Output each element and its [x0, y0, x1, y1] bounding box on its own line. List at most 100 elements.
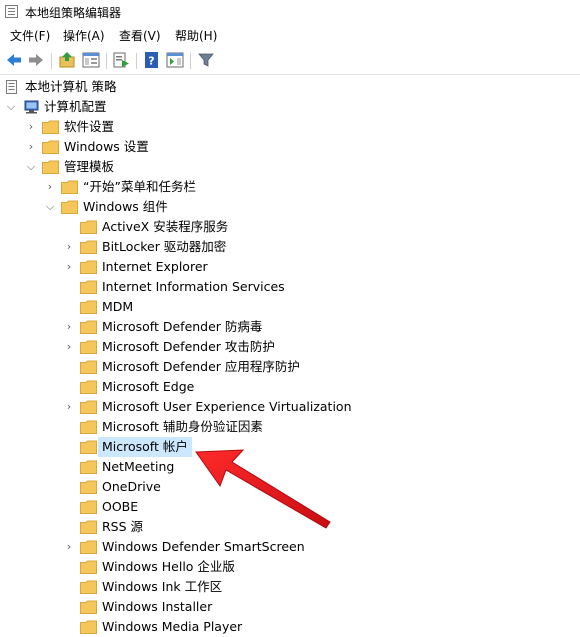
- chevron-down-icon[interactable]: ⌵: [44, 197, 56, 217]
- tree-node-label: Windows Ink 工作区: [102, 579, 223, 594]
- tree-node-windows-hello[interactable]: Windows Hello 企业版: [0, 557, 580, 577]
- tree-node-start-menu[interactable]: › “开始”菜单和任务栏: [0, 177, 580, 197]
- tree-node-defender-exploit-guard[interactable]: › Microsoft Defender 攻击防护: [0, 337, 580, 357]
- tree-node-onedrive[interactable]: OneDrive: [0, 477, 580, 497]
- policy-document-icon: [6, 80, 17, 94]
- tree-node-internet-explorer[interactable]: › Internet Explorer: [0, 257, 580, 277]
- tree-node-windows-media-player[interactable]: Windows Media Player: [0, 617, 580, 637]
- up-one-level-icon[interactable]: [58, 51, 76, 69]
- chevron-right-icon[interactable]: ›: [63, 537, 75, 557]
- help-icon[interactable]: ?: [143, 51, 161, 69]
- folder-icon: [80, 480, 97, 494]
- filter-icon[interactable]: [197, 51, 215, 69]
- tree-node-label: 管理模板: [64, 159, 115, 174]
- folder-icon: [80, 420, 97, 434]
- chevron-right-icon[interactable]: ›: [25, 137, 37, 157]
- back-icon[interactable]: [5, 51, 23, 69]
- tree-node-microsoft-account[interactable]: Microsoft 帐户: [0, 437, 580, 457]
- folder-icon: [80, 220, 97, 234]
- tree-node-windows-installer[interactable]: Windows Installer: [0, 597, 580, 617]
- folder-icon: [80, 560, 97, 574]
- folder-icon: [42, 160, 59, 174]
- tree-node-label: OneDrive: [102, 479, 161, 494]
- menu-action[interactable]: 操作(A): [63, 27, 105, 44]
- folder-icon: [80, 520, 97, 534]
- folder-icon: [80, 440, 97, 454]
- tree-node-netmeeting[interactable]: NetMeeting: [0, 457, 580, 477]
- menu-file[interactable]: 文件(F): [10, 27, 50, 44]
- chevron-right-icon[interactable]: ›: [63, 337, 75, 357]
- toolbar-separator: [51, 53, 52, 69]
- computer-icon: [24, 100, 39, 114]
- tree-node-label: Windows 设置: [64, 139, 149, 154]
- tree-node-defender-app-guard[interactable]: Microsoft Defender 应用程序防护: [0, 357, 580, 377]
- tree-node-defender-antivirus[interactable]: › Microsoft Defender 防病毒: [0, 317, 580, 337]
- tree-node-label: OOBE: [102, 499, 139, 514]
- svg-text:?: ?: [148, 55, 154, 68]
- tree-node-secondary-auth[interactable]: Microsoft 辅助身份验证因素: [0, 417, 580, 437]
- tree-node-iis[interactable]: Internet Information Services: [0, 277, 580, 297]
- folder-icon: [80, 380, 97, 394]
- folder-icon: [80, 540, 97, 554]
- chevron-right-icon[interactable]: ›: [63, 237, 75, 257]
- tree-node-label: Microsoft Defender 防病毒: [102, 319, 263, 334]
- folder-icon: [80, 400, 97, 414]
- show-hide-action-pane-icon[interactable]: [166, 51, 184, 69]
- tree-node-root[interactable]: 本地计算机 策略: [0, 77, 580, 97]
- toolbar: ?: [0, 46, 580, 75]
- tree-node-admin-templates[interactable]: ⌵ 管理模板: [0, 157, 580, 177]
- window-title: 本地组策略编辑器: [25, 6, 122, 20]
- tree-node-bitlocker[interactable]: › BitLocker 驱动器加密: [0, 237, 580, 257]
- folder-icon: [42, 120, 59, 134]
- tree-node-software-settings[interactable]: › 软件设置: [0, 117, 580, 137]
- folder-icon: [80, 300, 97, 314]
- tree-node-edge[interactable]: Microsoft Edge: [0, 377, 580, 397]
- folder-icon: [80, 260, 97, 274]
- tree-node-label: ActiveX 安装程序服务: [102, 219, 229, 234]
- tree-node-label: Windows 组件: [83, 199, 168, 214]
- tree-node-label: Microsoft Edge: [102, 379, 195, 394]
- title-bar: 本地组策略编辑器: [0, 0, 580, 24]
- tree-node-label: 本地计算机 策略: [25, 79, 117, 94]
- tree-node-computer-config[interactable]: ⌵ 计算机配置: [0, 97, 580, 117]
- chevron-right-icon[interactable]: ›: [63, 397, 75, 417]
- tree-node-label: BitLocker 驱动器加密: [102, 239, 227, 254]
- tree-node-rss[interactable]: RSS 源: [0, 517, 580, 537]
- chevron-down-icon[interactable]: ⌵: [5, 97, 17, 117]
- tree-node-mdm[interactable]: MDM: [0, 297, 580, 317]
- tree-node-label: Windows Installer: [102, 599, 213, 614]
- policy-editor-app-icon: [5, 5, 18, 18]
- chevron-right-icon[interactable]: ›: [63, 257, 75, 277]
- menu-view[interactable]: 查看(V): [119, 27, 161, 44]
- toolbar-separator: [106, 53, 107, 69]
- tree-node-windows-ink[interactable]: Windows Ink 工作区: [0, 577, 580, 597]
- forward-icon[interactable]: [27, 51, 45, 69]
- tree-node-smartscreen[interactable]: › Windows Defender SmartScreen: [0, 537, 580, 557]
- chevron-right-icon[interactable]: ›: [44, 177, 56, 197]
- export-list-icon[interactable]: [112, 51, 130, 69]
- tree-node-label: Microsoft 帐户: [98, 437, 192, 457]
- toolbar-separator: [190, 53, 191, 69]
- tree-node-label: Microsoft Defender 应用程序防护: [102, 359, 300, 374]
- tree-node-label: 计算机配置: [44, 99, 107, 114]
- show-hide-console-tree-icon[interactable]: [82, 51, 100, 69]
- menu-help[interactable]: 帮助(H): [175, 27, 217, 44]
- tree-node-oobe[interactable]: OOBE: [0, 497, 580, 517]
- folder-icon: [80, 240, 97, 254]
- chevron-right-icon[interactable]: ›: [25, 117, 37, 137]
- tree-node-activex[interactable]: ActiveX 安装程序服务: [0, 217, 580, 237]
- tree-node-label: Windows Media Player: [102, 619, 243, 634]
- tree-node-uev[interactable]: › Microsoft User Experience Virtualizati…: [0, 397, 580, 417]
- tree-node-label: Internet Information Services: [102, 279, 285, 294]
- tree-node-label: Internet Explorer: [102, 259, 208, 274]
- toolbar-separator: [136, 53, 137, 69]
- tree-node-label: MDM: [102, 299, 134, 314]
- chevron-down-icon[interactable]: ⌵: [25, 157, 37, 177]
- folder-icon: [80, 280, 97, 294]
- console-tree: 本地计算机 策略 ⌵ 计算机配置 › 软件设置 › Windows 设置 ⌵ 管…: [0, 77, 580, 634]
- folder-icon: [80, 580, 97, 594]
- tree-node-windows-settings[interactable]: › Windows 设置: [0, 137, 580, 157]
- tree-node-label: NetMeeting: [102, 459, 175, 474]
- chevron-right-icon[interactable]: ›: [63, 317, 75, 337]
- tree-node-windows-components[interactable]: ⌵ Windows 组件: [0, 197, 580, 217]
